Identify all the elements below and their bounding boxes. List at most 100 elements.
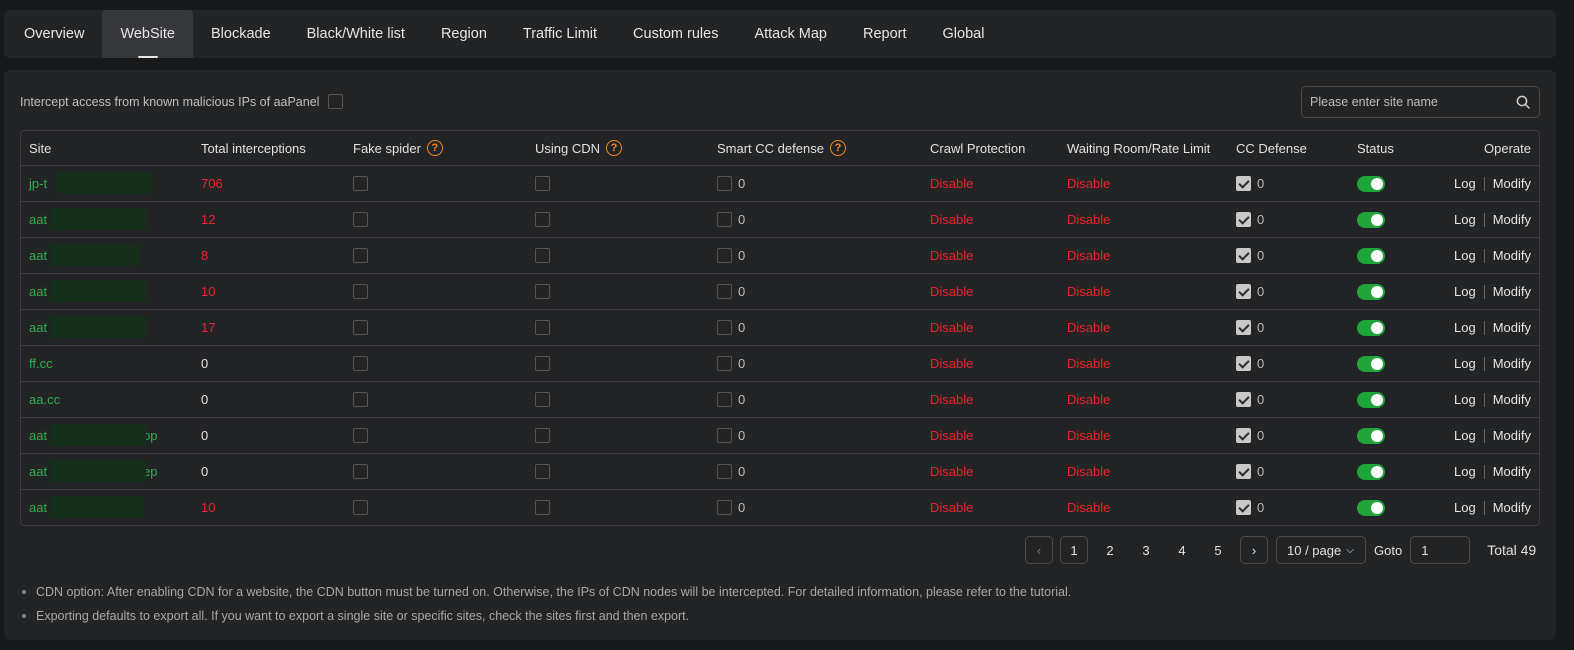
smart-cc-checkbox[interactable] bbox=[717, 248, 732, 263]
crawl-protection-status[interactable]: Disable bbox=[922, 346, 1059, 381]
crawl-protection-status[interactable]: Disable bbox=[922, 418, 1059, 453]
log-link[interactable]: Log bbox=[1454, 212, 1476, 227]
modify-link[interactable]: Modify bbox=[1493, 464, 1531, 479]
cc-defense-checkbox[interactable] bbox=[1236, 248, 1251, 263]
log-link[interactable]: Log bbox=[1454, 428, 1476, 443]
crawl-protection-status[interactable]: Disable bbox=[922, 310, 1059, 345]
waiting-room-status[interactable]: Disable bbox=[1059, 274, 1228, 309]
page-1[interactable]: 1 bbox=[1060, 536, 1088, 564]
status-toggle[interactable] bbox=[1357, 319, 1385, 336]
cdn-checkbox[interactable] bbox=[535, 212, 550, 227]
cdn-checkbox[interactable] bbox=[535, 392, 550, 407]
status-toggle[interactable] bbox=[1357, 427, 1385, 444]
site-link[interactable]: aat bbox=[29, 244, 140, 266]
cdn-checkbox[interactable] bbox=[535, 500, 550, 515]
status-toggle[interactable] bbox=[1357, 499, 1385, 516]
cc-defense-checkbox[interactable] bbox=[1236, 320, 1251, 335]
site-link[interactable]: jp-tg bbox=[29, 172, 153, 194]
site-link[interactable]: aat bbox=[29, 316, 146, 338]
smart-cc-checkbox[interactable] bbox=[717, 176, 732, 191]
crawl-protection-status[interactable]: Disable bbox=[922, 274, 1059, 309]
tab-overview[interactable]: Overview bbox=[6, 10, 102, 58]
crawl-protection-status[interactable]: Disable bbox=[922, 382, 1059, 417]
page-3[interactable]: 3 bbox=[1128, 543, 1164, 558]
fake-spider-checkbox[interactable] bbox=[353, 428, 368, 443]
site-link[interactable]: aat bbox=[29, 280, 146, 302]
waiting-room-status[interactable]: Disable bbox=[1059, 418, 1228, 453]
waiting-room-status[interactable]: Disable bbox=[1059, 202, 1228, 237]
next-page-button[interactable]: › bbox=[1240, 536, 1268, 564]
site-link[interactable]: aat op bbox=[29, 424, 158, 446]
status-toggle[interactable] bbox=[1357, 355, 1385, 372]
modify-link[interactable]: Modify bbox=[1493, 356, 1531, 371]
tab-global[interactable]: Global bbox=[925, 10, 1003, 58]
intercept-checkbox[interactable] bbox=[328, 94, 344, 109]
waiting-room-status[interactable]: Disable bbox=[1059, 238, 1228, 273]
waiting-room-status[interactable]: Disable bbox=[1059, 382, 1228, 417]
waiting-room-status[interactable]: Disable bbox=[1059, 166, 1228, 201]
fake-spider-checkbox[interactable] bbox=[353, 392, 368, 407]
cdn-checkbox[interactable] bbox=[535, 248, 550, 263]
fake-spider-checkbox[interactable] bbox=[353, 356, 368, 371]
tab-website[interactable]: WebSite bbox=[102, 10, 193, 58]
waiting-room-status[interactable]: Disable bbox=[1059, 310, 1228, 345]
status-toggle[interactable] bbox=[1357, 391, 1385, 408]
tab-custom-rules[interactable]: Custom rules bbox=[615, 10, 736, 58]
page-2[interactable]: 2 bbox=[1092, 543, 1128, 558]
log-link[interactable]: Log bbox=[1454, 356, 1476, 371]
status-toggle[interactable] bbox=[1357, 463, 1385, 480]
help-icon[interactable]: ? bbox=[829, 140, 846, 156]
cdn-checkbox[interactable] bbox=[535, 428, 550, 443]
status-toggle[interactable] bbox=[1357, 247, 1385, 264]
tab-traffic-limit[interactable]: Traffic Limit bbox=[505, 10, 615, 58]
page-4[interactable]: 4 bbox=[1164, 543, 1200, 558]
crawl-protection-status[interactable]: Disable bbox=[922, 454, 1059, 489]
cc-defense-checkbox[interactable] bbox=[1236, 500, 1251, 515]
site-link[interactable]: aat bbox=[29, 208, 146, 230]
crawl-protection-status[interactable]: Disable bbox=[922, 490, 1059, 525]
fake-spider-checkbox[interactable] bbox=[353, 284, 368, 299]
smart-cc-checkbox[interactable] bbox=[717, 212, 732, 227]
goto-input[interactable]: 1 bbox=[1410, 536, 1471, 564]
cc-defense-checkbox[interactable] bbox=[1236, 392, 1251, 407]
smart-cc-checkbox[interactable] bbox=[717, 284, 732, 299]
smart-cc-checkbox[interactable] bbox=[717, 464, 732, 479]
fake-spider-checkbox[interactable] bbox=[353, 500, 368, 515]
status-toggle[interactable] bbox=[1357, 211, 1385, 228]
log-link[interactable]: Log bbox=[1454, 392, 1476, 407]
modify-link[interactable]: Modify bbox=[1493, 248, 1531, 263]
smart-cc-checkbox[interactable] bbox=[717, 500, 732, 515]
status-toggle[interactable] bbox=[1357, 283, 1385, 300]
tab-region[interactable]: Region bbox=[423, 10, 505, 58]
smart-cc-checkbox[interactable] bbox=[717, 428, 732, 443]
crawl-protection-status[interactable]: Disable bbox=[922, 202, 1059, 237]
tab-black-white-list[interactable]: Black/White list bbox=[289, 10, 423, 58]
log-link[interactable]: Log bbox=[1454, 248, 1476, 263]
search-input[interactable] bbox=[1310, 95, 1510, 109]
cc-defense-checkbox[interactable] bbox=[1236, 428, 1251, 443]
waiting-room-status[interactable]: Disable bbox=[1059, 346, 1228, 381]
page-5[interactable]: 5 bbox=[1200, 543, 1236, 558]
search-icon[interactable] bbox=[1516, 95, 1530, 109]
prev-page-button[interactable]: ‹ bbox=[1025, 536, 1053, 564]
fake-spider-checkbox[interactable] bbox=[353, 320, 368, 335]
cdn-checkbox[interactable] bbox=[535, 464, 550, 479]
site-link[interactable]: aa.cc bbox=[29, 392, 60, 407]
smart-cc-checkbox[interactable] bbox=[717, 356, 732, 371]
log-link[interactable]: Log bbox=[1454, 320, 1476, 335]
smart-cc-checkbox[interactable] bbox=[717, 392, 732, 407]
cdn-checkbox[interactable] bbox=[535, 176, 550, 191]
tab-report[interactable]: Report bbox=[845, 10, 925, 58]
modify-link[interactable]: Modify bbox=[1493, 320, 1531, 335]
fake-spider-checkbox[interactable] bbox=[353, 248, 368, 263]
site-link[interactable]: aat ep bbox=[29, 460, 158, 482]
help-icon[interactable]: ? bbox=[606, 140, 623, 156]
log-link[interactable]: Log bbox=[1454, 500, 1476, 515]
tab-attack-map[interactable]: Attack Map bbox=[736, 10, 845, 58]
waiting-room-status[interactable]: Disable bbox=[1059, 490, 1228, 525]
fake-spider-checkbox[interactable] bbox=[353, 464, 368, 479]
cc-defense-checkbox[interactable] bbox=[1236, 212, 1251, 227]
log-link[interactable]: Log bbox=[1454, 284, 1476, 299]
site-link[interactable]: aat bbox=[29, 496, 144, 518]
page-size-select[interactable]: 10 / page ⌵ bbox=[1276, 536, 1366, 564]
